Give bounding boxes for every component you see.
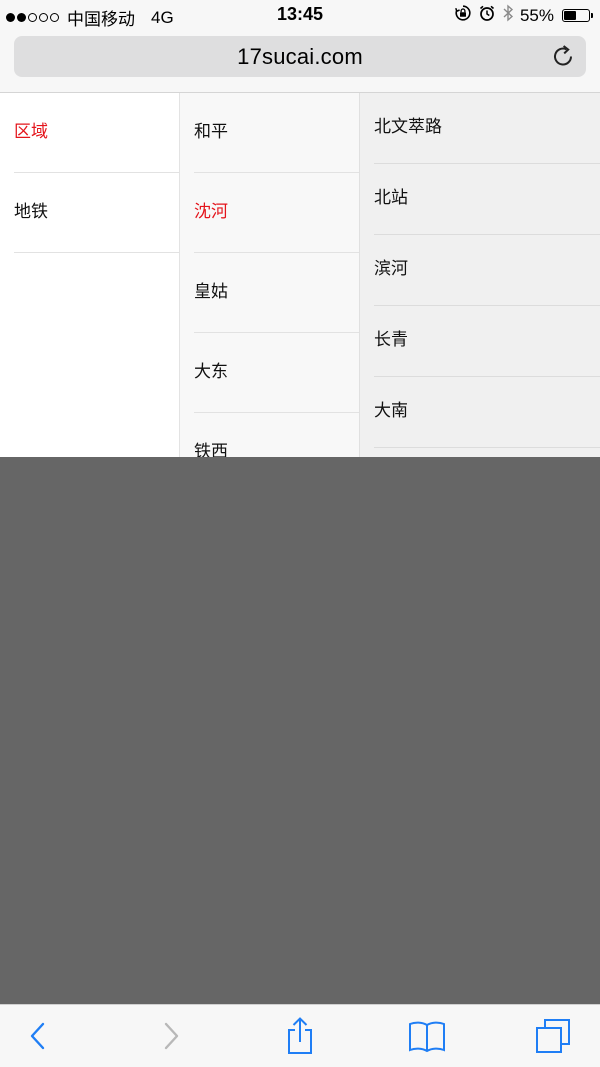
category-list: 区域 地铁: [0, 93, 179, 253]
area-item[interactable]: 东陵: [374, 448, 600, 457]
status-right: 55%: [454, 4, 593, 27]
district-column: 和平 沈河 皇姑 大东 铁西: [180, 93, 360, 457]
district-list: 和平 沈河 皇姑 大东 铁西: [180, 93, 359, 457]
area-item[interactable]: 北文萃路: [374, 93, 600, 164]
area-list: 北文萃路北站滨河长青大南东陵: [360, 93, 600, 457]
bluetooth-icon: [502, 4, 514, 27]
status-bar: 中国移动 4G 13:45 55%: [0, 0, 600, 30]
category-column: 区域 地铁: [0, 93, 180, 457]
area-column: 北文萃路北站滨河长青大南东陵: [360, 93, 600, 457]
address-url[interactable]: 17sucai.com: [14, 44, 586, 70]
bookmarks-button[interactable]: [404, 1015, 450, 1057]
tabs-button[interactable]: [530, 1015, 576, 1057]
battery-tip: [591, 13, 593, 18]
area-item[interactable]: 北站: [374, 164, 600, 235]
dim-overlay[interactable]: [0, 457, 600, 1004]
browser-toolbar: [0, 1004, 600, 1067]
share-button[interactable]: [277, 1015, 323, 1057]
forward-button[interactable]: [148, 1015, 194, 1057]
chevron-left-icon: [28, 1021, 48, 1051]
browser-address-area: 17sucai.com: [0, 30, 600, 93]
district-item[interactable]: 和平: [194, 93, 359, 173]
orientation-lock-icon: [454, 4, 472, 27]
district-item[interactable]: 大东: [194, 333, 359, 413]
area-item[interactable]: 大南: [374, 377, 600, 448]
back-button[interactable]: [15, 1015, 61, 1057]
tabs-icon: [534, 1017, 572, 1055]
book-icon: [407, 1019, 447, 1053]
battery-percent: 55%: [519, 5, 554, 25]
share-icon: [284, 1016, 316, 1056]
reload-icon[interactable]: [550, 43, 576, 69]
district-item[interactable]: 皇姑: [194, 253, 359, 333]
address-bar[interactable]: 17sucai.com: [14, 36, 586, 77]
category-item[interactable]: 地铁: [14, 173, 179, 253]
chevron-right-icon: [161, 1021, 181, 1051]
alarm-icon: [478, 4, 496, 27]
battery-icon: [562, 9, 593, 22]
category-item[interactable]: 区域: [14, 93, 179, 173]
district-item[interactable]: 铁西: [194, 413, 359, 457]
district-item[interactable]: 沈河: [194, 173, 359, 253]
area-item[interactable]: 滨河: [374, 235, 600, 306]
battery-fill: [564, 11, 576, 20]
area-item[interactable]: 长青: [374, 306, 600, 377]
filter-panel: 区域地铁 和平沈河皇姑大东铁西 北文萃路北站滨河长青大南东陵: [0, 93, 600, 457]
